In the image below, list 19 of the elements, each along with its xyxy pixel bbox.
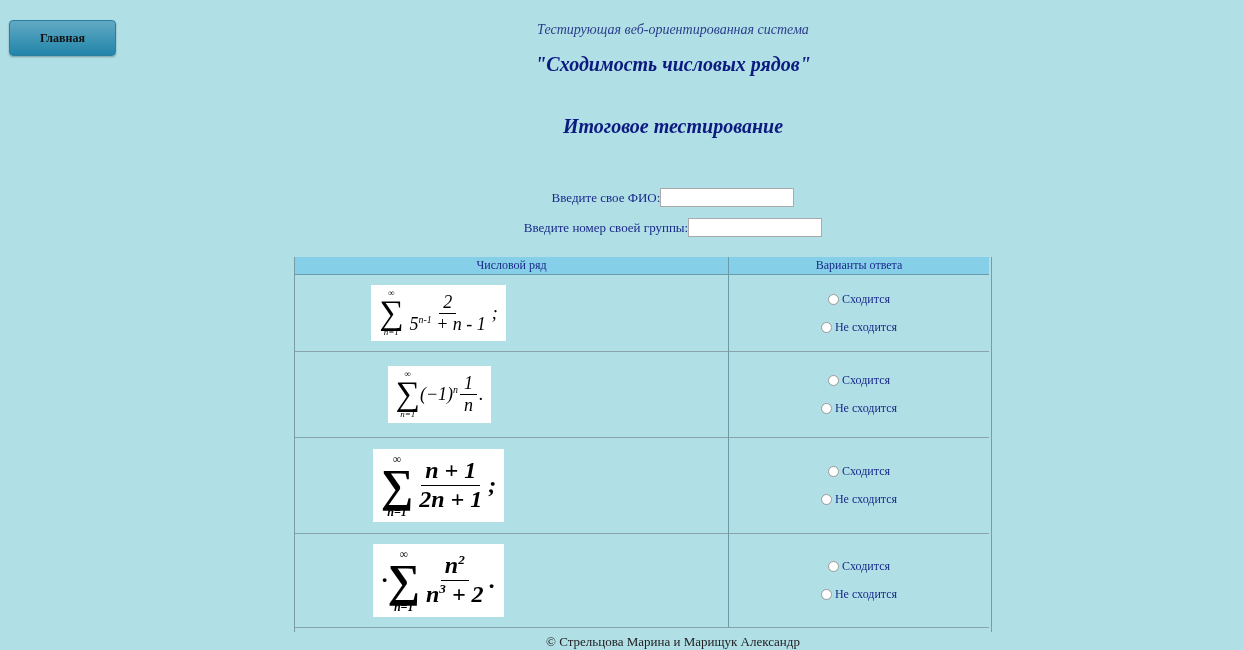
answer-radio[interactable]: Не сходится (820, 319, 898, 335)
home-button[interactable]: Главная (9, 20, 116, 56)
input-field[interactable] (688, 218, 823, 237)
answer-radio[interactable]: Сходится (828, 559, 890, 574)
copyright-footer: © Стрельцова Марина и Марищук Александр (546, 634, 800, 650)
answer-radio[interactable]: Не сходится (820, 401, 898, 416)
system-subtitle: Тестирующая веб-ориентированная система (537, 22, 809, 38)
field-label: Введите номер своей группы: (523, 219, 689, 236)
column-header: Варианты ответа (729, 257, 989, 275)
answer-radio[interactable]: Не сходится (820, 587, 898, 602)
field-label: Введите свое ФИО: (551, 189, 661, 206)
input-field[interactable] (660, 188, 795, 207)
answer-radio[interactable]: Не сходится (820, 492, 898, 507)
answer-radio[interactable]: Сходится (828, 464, 890, 479)
section-title: Итоговое тестирование (562, 115, 784, 138)
answer-radio[interactable]: Сходится (828, 373, 890, 388)
column-header: Числовой ряд (295, 257, 729, 275)
page-title: "Сходимость числовых рядов" (535, 53, 811, 76)
answer-radio[interactable]: Сходится (828, 291, 890, 307)
